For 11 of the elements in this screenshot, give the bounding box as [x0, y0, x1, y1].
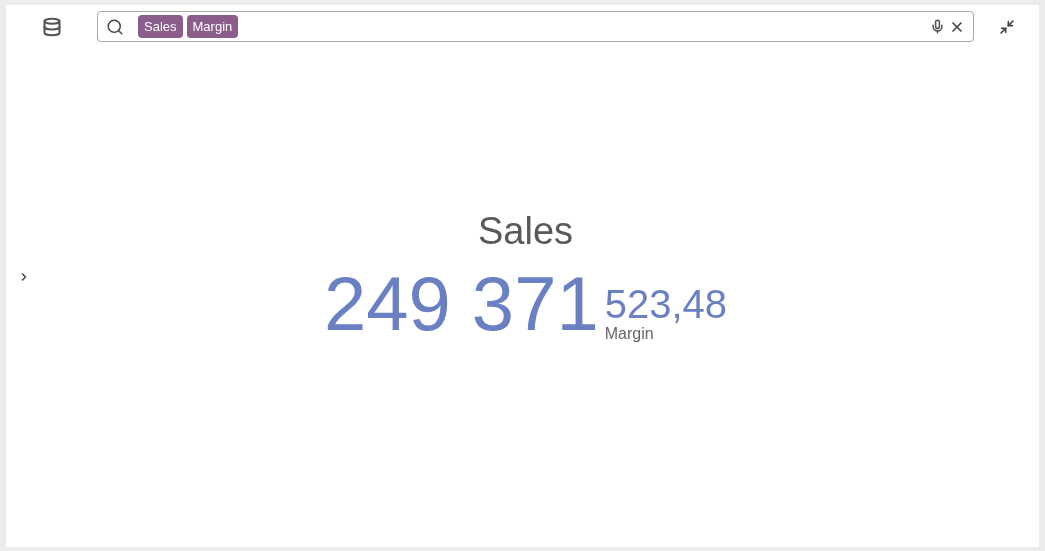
- secondary-value: 523,48: [604, 284, 728, 324]
- search-icon[interactable]: [106, 17, 124, 36]
- microphone-icon[interactable]: [930, 19, 945, 34]
- search-chip[interactable]: Sales: [138, 14, 183, 39]
- database-icon[interactable]: [41, 16, 62, 37]
- search-field[interactable]: Sales Margin: [97, 11, 974, 42]
- kpi-title: Sales: [477, 212, 574, 250]
- minimize-icon[interactable]: [998, 18, 1015, 35]
- kpi-value: 249 371: [323, 266, 599, 342]
- search-chip[interactable]: Margin: [186, 14, 239, 39]
- secondary-label: Margin: [604, 324, 655, 344]
